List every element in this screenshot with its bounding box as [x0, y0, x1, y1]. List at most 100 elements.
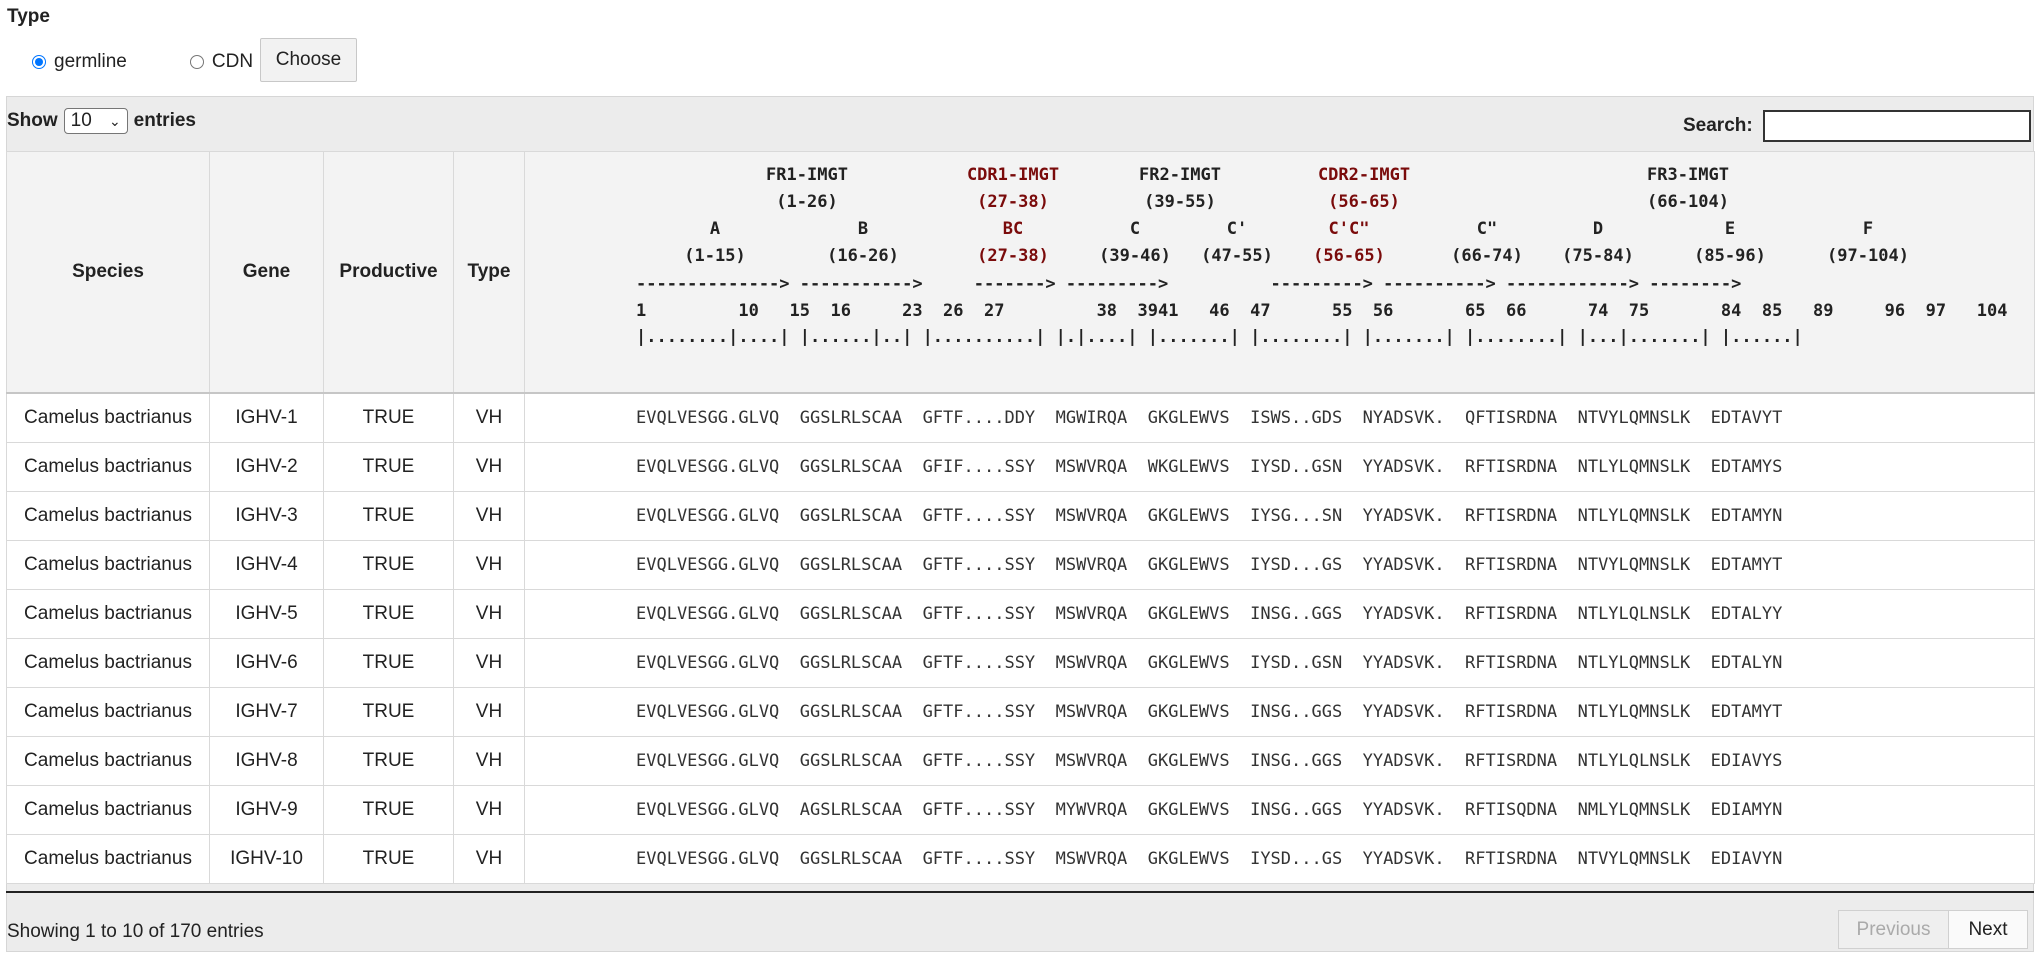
cell-type: VH	[453, 540, 525, 590]
cell-species: Camelus bactrianus	[6, 736, 210, 786]
pagination: Previous Next	[1838, 910, 2028, 949]
strand-bc: BC (27-38)	[977, 219, 1049, 266]
cell-species: Camelus bactrianus	[6, 687, 210, 737]
region-fr1: FR1-IMGT (1-26)	[766, 165, 848, 212]
cell-gene: IGHV-9	[209, 785, 324, 835]
strand-c: C (39-46)	[1099, 219, 1171, 266]
cell-species: Camelus bactrianus	[6, 834, 210, 884]
cell-sequence: EVQLVESGG.GLVQ GGSLRLSCAA GFTF....SSY MS…	[524, 687, 2035, 737]
strand-arrow-line: --------------> -----------> -------> --…	[636, 274, 1742, 294]
genes-table: Species Gene Productive Type FR1-IMGT (1-…	[6, 151, 2035, 884]
cell-type: VH	[453, 736, 525, 786]
radio-germline[interactable]: germline	[32, 51, 127, 73]
cell-sequence: EVQLVESGG.GLVQ GGSLRLSCAA GFIF....SSY MS…	[524, 442, 2035, 492]
page-length-value: 10	[70, 110, 92, 131]
table-info: Showing 1 to 10 of 170 entries	[7, 921, 264, 942]
cell-productive: TRUE	[323, 638, 454, 688]
strand-c-double-prime: C" (66-74)	[1451, 219, 1523, 266]
cell-gene: IGHV-6	[209, 638, 324, 688]
strand-f: F (97-104)	[1827, 219, 1909, 266]
cell-species: Camelus bactrianus	[6, 540, 210, 590]
strand-d: D (75-84)	[1562, 219, 1634, 266]
table-header-row: Species Gene Productive Type FR1-IMGT (1-…	[6, 151, 2035, 394]
cell-sequence: EVQLVESGG.GLVQ GGSLRLSCAA GFTF....DDY MG…	[524, 392, 2035, 443]
radio-cdn-control[interactable]	[189, 55, 204, 69]
cell-type: VH	[453, 491, 525, 541]
cell-productive: TRUE	[323, 687, 454, 737]
type-heading: Type	[7, 6, 50, 27]
cell-productive: TRUE	[323, 785, 454, 835]
cell-type: VH	[453, 834, 525, 884]
cell-type: VH	[453, 392, 525, 443]
cell-gene: IGHV-10	[209, 834, 324, 884]
region-fr2: FR2-IMGT (39-55)	[1139, 165, 1221, 212]
entries-label: entries	[133, 110, 196, 131]
cell-gene: IGHV-3	[209, 491, 324, 541]
cell-gene: IGHV-4	[209, 540, 324, 590]
page-length-select[interactable]: 10 ⌄	[63, 108, 128, 134]
cell-type: VH	[453, 785, 525, 835]
radio-germline-control[interactable]	[32, 55, 46, 69]
column-header-sequence: FR1-IMGT (1-26) CDR1-IMGT (27-38) FR2-IMGT…	[524, 151, 2035, 394]
cell-productive: TRUE	[323, 589, 454, 639]
table-row: Camelus bactrianus IGHV-2 TRUE VH EVQLVE…	[6, 442, 2035, 492]
table-row: Camelus bactrianus IGHV-8 TRUE VH EVQLVE…	[6, 736, 2035, 786]
choose-button[interactable]: Choose	[260, 38, 357, 82]
type-radio-group: germline CDN	[32, 40, 281, 84]
cell-species: Camelus bactrianus	[6, 491, 210, 541]
cell-sequence: EVQLVESGG.GLVQ GGSLRLSCAA GFTF....SSY MS…	[524, 491, 2035, 541]
column-header-productive[interactable]: Productive	[323, 151, 454, 394]
cell-sequence: EVQLVESGG.GLVQ GGSLRLSCAA GFTF....SSY MS…	[524, 589, 2035, 639]
table-row: Camelus bactrianus IGHV-1 TRUE VH EVQLVE…	[6, 392, 2035, 443]
position-dot-line: |........|....| |......|..| |..........|…	[636, 327, 1803, 347]
radio-cdn[interactable]: CDN	[189, 51, 254, 73]
region-fr3: FR3-IMGT (66-104)	[1647, 165, 1729, 212]
cell-gene: IGHV-7	[209, 687, 324, 737]
cell-species: Camelus bactrianus	[6, 785, 210, 835]
cell-productive: TRUE	[323, 442, 454, 492]
region-cdr1: CDR1-IMGT (27-38)	[966, 165, 1060, 212]
cell-type: VH	[453, 638, 525, 688]
strand-b: B (16-26)	[827, 219, 899, 266]
cell-type: VH	[453, 589, 525, 639]
region-cdr2: CDR2-IMGT (56-65)	[1317, 165, 1411, 212]
table-row: Camelus bactrianus IGHV-9 TRUE VH EVQLVE…	[6, 785, 2035, 835]
strand-c-prime-c-double-prime: C'C" (56-65)	[1313, 219, 1385, 266]
search-control: Search:	[1683, 110, 2031, 142]
cell-productive: TRUE	[323, 392, 454, 443]
cell-gene: IGHV-2	[209, 442, 324, 492]
table-row: Camelus bactrianus IGHV-5 TRUE VH EVQLVE…	[6, 589, 2035, 639]
previous-button[interactable]: Previous	[1838, 910, 1949, 949]
cell-type: VH	[453, 442, 525, 492]
search-input[interactable]	[1762, 110, 2031, 142]
table-row: Camelus bactrianus IGHV-10 TRUE VH EVQLV…	[6, 834, 2035, 884]
cell-sequence: EVQLVESGG.GLVQ GGSLRLSCAA GFTF....SSY MS…	[524, 638, 2035, 688]
cell-productive: TRUE	[323, 540, 454, 590]
cell-productive: TRUE	[323, 834, 454, 884]
strand-a: A (1-15)	[684, 219, 746, 266]
position-number-line: 1 10 15 16 23 26 27 38 3941 46 47 55 56 …	[636, 301, 2008, 321]
column-header-species[interactable]: Species	[6, 151, 210, 394]
table-row: Camelus bactrianus IGHV-7 TRUE VH EVQLVE…	[6, 687, 2035, 737]
cell-sequence: EVQLVESGG.GLVQ GGSLRLSCAA GFTF....SSY MS…	[524, 736, 2035, 786]
cell-productive: TRUE	[323, 491, 454, 541]
next-button[interactable]: Next	[1948, 910, 2028, 949]
chevron-down-icon: ⌄	[108, 112, 121, 129]
column-header-gene[interactable]: Gene	[209, 151, 324, 394]
strand-e: E (85-96)	[1694, 219, 1766, 266]
search-label: Search:	[1683, 115, 1753, 136]
table-row: Camelus bactrianus IGHV-4 TRUE VH EVQLVE…	[6, 540, 2035, 590]
cell-gene: IGHV-8	[209, 736, 324, 786]
column-header-type[interactable]: Type	[453, 151, 525, 394]
cell-species: Camelus bactrianus	[6, 442, 210, 492]
page-length-control: Show 10 ⌄ entries	[7, 108, 196, 134]
cell-sequence: EVQLVESGG.GLVQ GGSLRLSCAA GFTF....SSY MS…	[524, 540, 2035, 590]
table-row: Camelus bactrianus IGHV-6 TRUE VH EVQLVE…	[6, 638, 2035, 688]
cell-species: Camelus bactrianus	[6, 638, 210, 688]
cell-sequence: EVQLVESGG.GLVQ AGSLRLSCAA GFTF....SSY MY…	[524, 785, 2035, 835]
cell-species: Camelus bactrianus	[6, 589, 210, 639]
table-row: Camelus bactrianus IGHV-3 TRUE VH EVQLVE…	[6, 491, 2035, 541]
radio-cdn-label: CDN	[211, 51, 254, 72]
table-bottom-border	[6, 891, 2034, 893]
cell-gene: IGHV-1	[209, 392, 324, 443]
